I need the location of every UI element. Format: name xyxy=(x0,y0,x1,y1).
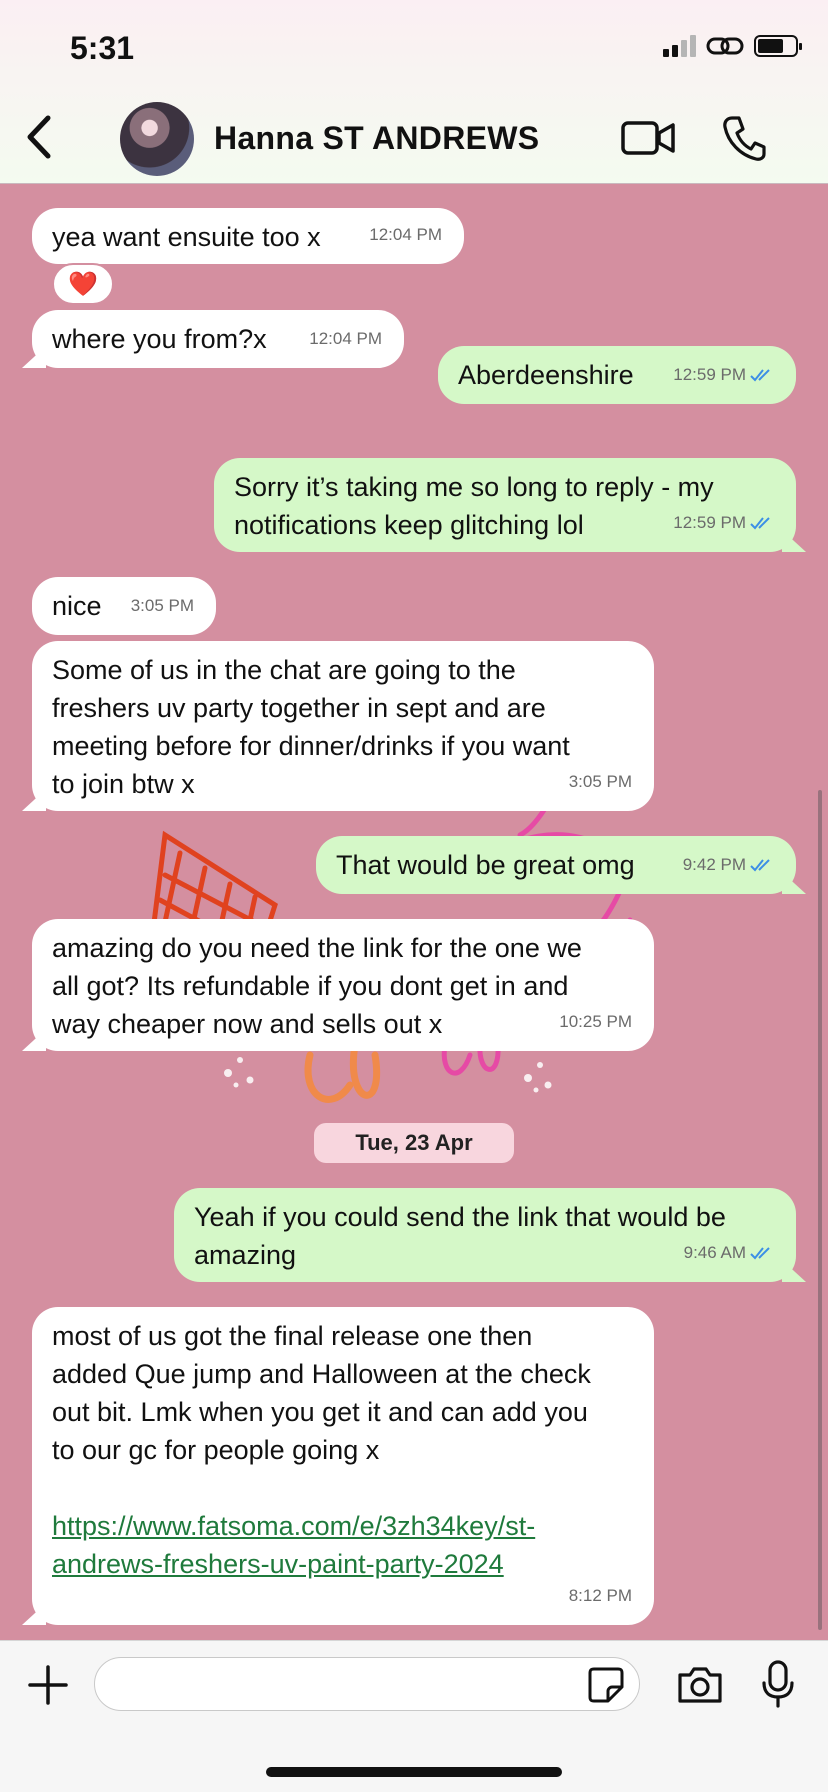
incoming-message[interactable]: amazing do you need the link for the one… xyxy=(32,919,654,1051)
message-link[interactable]: https://www.fatsoma.com/e/3zh34key/st- a… xyxy=(52,1507,634,1583)
scrollbar[interactable] xyxy=(818,790,822,1630)
message-time-text: 12:04 PM xyxy=(369,225,442,244)
video-call-icon[interactable] xyxy=(620,118,676,158)
message-time-text: 9:42 PM xyxy=(682,855,746,874)
link-icon xyxy=(706,37,744,55)
message-time-text: 3:05 PM xyxy=(130,596,194,615)
cellular-signal-icon xyxy=(663,35,696,57)
message-time: 12:04 PM xyxy=(309,320,382,358)
outgoing-message[interactable]: That would be great omg 9:42 PM xyxy=(316,836,796,894)
chat-screen: 5:31 Hanna ST ANDREWS yea want ensuite t… xyxy=(0,0,828,1792)
read-ticks-icon xyxy=(750,1247,770,1260)
incoming-message[interactable]: nice 3:05 PM xyxy=(32,577,216,635)
message-text: amazing do you need the link for the one… xyxy=(52,933,582,1039)
message-time-text: 12:04 PM xyxy=(309,329,382,348)
message-time: 12:59 PM xyxy=(673,356,774,394)
read-ticks-icon xyxy=(750,859,770,872)
camera-icon[interactable] xyxy=(676,1663,724,1707)
heart-reaction-icon[interactable]: ❤️ xyxy=(52,263,114,305)
message-text: most of us got the final release one the… xyxy=(52,1321,591,1465)
incoming-message[interactable]: most of us got the final release one the… xyxy=(32,1307,654,1625)
battery-icon xyxy=(754,35,802,57)
plus-icon[interactable] xyxy=(26,1663,70,1707)
message-time: 9:42 PM xyxy=(683,846,774,884)
message-time: 12:04 PM xyxy=(369,216,442,254)
message-time: 8:12 PM xyxy=(569,1577,632,1615)
incoming-message[interactable]: yea want ensuite too x 12:04 PM xyxy=(32,208,464,264)
message-time-text: 8:12 PM xyxy=(568,1586,632,1605)
incoming-message[interactable]: where you from?x 12:04 PM xyxy=(32,310,404,368)
message-list[interactable]: yea want ensuite too x 12:04 PM ❤️ where… xyxy=(0,185,828,1640)
message-time: 3:05 PM xyxy=(131,587,194,625)
status-icons xyxy=(663,34,802,58)
message-time-text: 12:59 PM xyxy=(673,365,746,384)
date-divider: Tue, 23 Apr xyxy=(314,1123,514,1163)
status-time: 5:31 xyxy=(70,30,135,66)
message-time-text: 10:25 PM xyxy=(559,1012,632,1031)
message-time-text: 12:59 PM xyxy=(673,513,746,532)
read-ticks-icon xyxy=(750,517,770,530)
composer-bar xyxy=(0,1640,828,1792)
outgoing-message[interactable]: Aberdeenshire 12:59 PM xyxy=(438,346,796,404)
phone-call-icon[interactable] xyxy=(722,114,766,162)
read-ticks-icon xyxy=(750,369,770,382)
message-input[interactable] xyxy=(94,1657,640,1711)
contact-name[interactable]: Hanna ST ANDREWS xyxy=(214,120,539,157)
outgoing-message[interactable]: Yeah if you could send the link that wou… xyxy=(174,1188,796,1282)
microphone-icon[interactable] xyxy=(760,1659,796,1709)
message-time: 12:59 PM xyxy=(673,504,774,542)
home-indicator[interactable] xyxy=(266,1767,562,1777)
message-time: 10:25 PM xyxy=(559,1003,632,1041)
sticker-icon[interactable] xyxy=(586,1665,626,1705)
chat-header: 5:31 Hanna ST ANDREWS xyxy=(0,0,828,184)
back-chevron-icon[interactable] xyxy=(20,112,60,162)
message-text: Some of us in the chat are going to the … xyxy=(52,655,570,799)
message-time: 9:46 AM xyxy=(684,1234,774,1272)
message-time-text: 3:05 PM xyxy=(568,772,632,791)
message-time: 3:05 PM xyxy=(569,763,632,801)
outgoing-message[interactable]: Sorry it’s taking me so long to reply - … xyxy=(214,458,796,552)
message-time-text: 9:46 AM xyxy=(683,1243,746,1262)
contact-avatar[interactable] xyxy=(120,102,194,176)
incoming-message[interactable]: Some of us in the chat are going to the … xyxy=(32,641,654,811)
